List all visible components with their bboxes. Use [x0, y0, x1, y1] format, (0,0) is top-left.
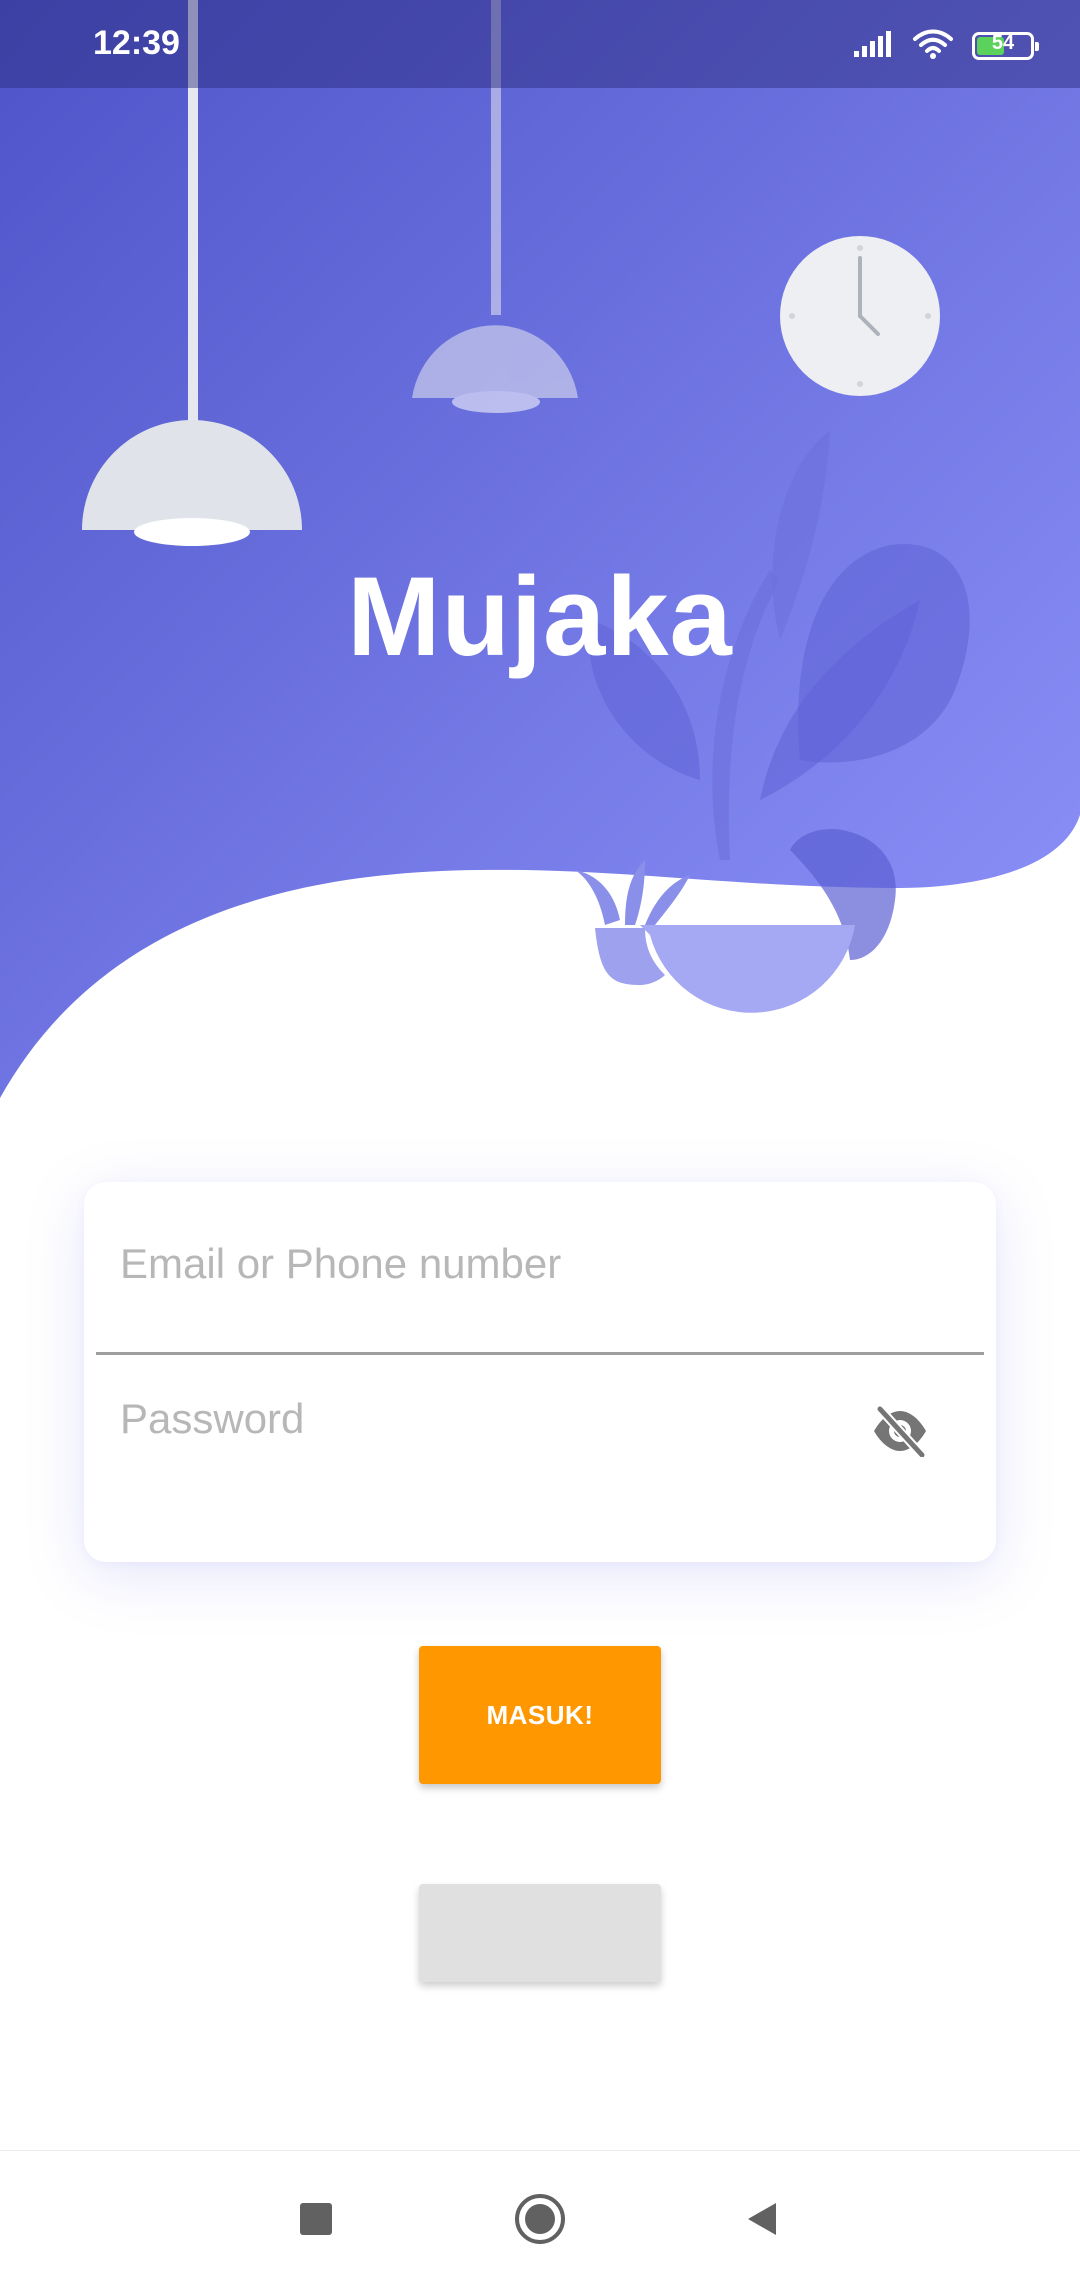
app-title: Mujaka	[347, 554, 733, 679]
battery-icon: 54	[972, 32, 1039, 60]
battery-level-text: 54	[991, 32, 1015, 54]
login-card	[84, 1182, 996, 1562]
status-time: 12:39	[93, 24, 180, 62]
email-input[interactable]	[120, 1240, 880, 1288]
back-icon[interactable]	[722, 2179, 802, 2259]
email-field-container	[96, 1182, 984, 1355]
password-input[interactable]	[120, 1395, 880, 1443]
wifi-icon	[912, 28, 954, 65]
password-field-container	[96, 1355, 984, 1525]
secondary-button[interactable]	[419, 1884, 661, 1982]
navigation-bar	[0, 2150, 1080, 2280]
clock-icon	[780, 236, 940, 396]
login-screen: 12:39 54 Mujaka Email or Phone number MA…	[0, 0, 1080, 2280]
home-icon[interactable]	[500, 2179, 580, 2259]
signal-icon	[852, 29, 894, 64]
login-button[interactable]: MASUK!	[419, 1646, 661, 1784]
recents-icon[interactable]	[276, 2179, 356, 2259]
status-bar: 12:39 54	[0, 0, 1080, 88]
status-icons: 54	[852, 26, 1039, 66]
eye-off-icon[interactable]	[868, 1399, 932, 1463]
